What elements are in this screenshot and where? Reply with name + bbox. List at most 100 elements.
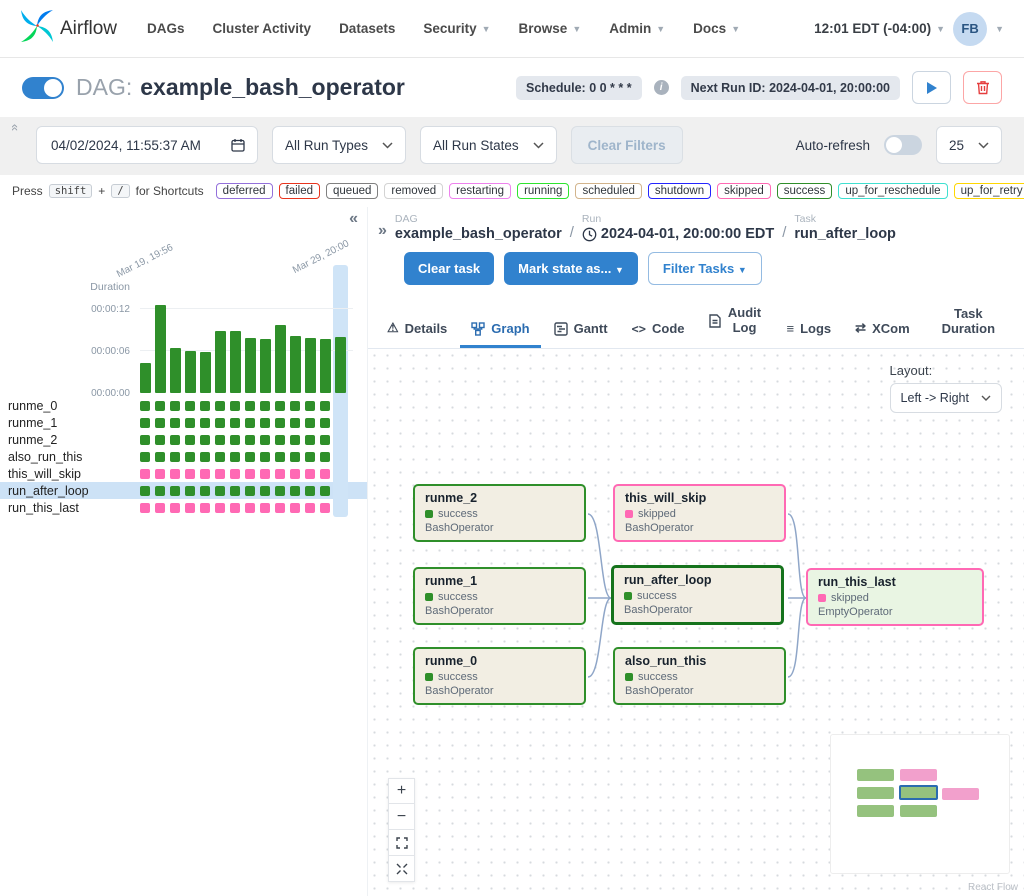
task-instance-square[interactable] — [290, 418, 300, 428]
task-instance-square[interactable] — [230, 469, 240, 479]
task-instance-square[interactable] — [155, 435, 165, 445]
task-instance-square[interactable] — [140, 452, 150, 462]
delete-dag-button[interactable] — [963, 71, 1002, 104]
grid-row-runme_0[interactable]: runme_0 — [0, 397, 367, 414]
task-name-label[interactable]: run_this_last — [0, 501, 140, 515]
task-instance-square[interactable] — [290, 469, 300, 479]
duration-bar[interactable] — [215, 331, 226, 393]
status-chip-removed[interactable]: removed — [384, 183, 443, 199]
tab-graph[interactable]: Graph — [460, 312, 540, 348]
status-chip-up_for_reschedule[interactable]: up_for_reschedule — [838, 183, 947, 199]
task-instance-square[interactable] — [155, 452, 165, 462]
task-instance-square[interactable] — [155, 469, 165, 479]
duration-bar[interactable] — [320, 339, 331, 393]
task-instance-square[interactable] — [245, 452, 255, 462]
task-instance-square[interactable] — [200, 452, 210, 462]
graph-minimap[interactable] — [830, 734, 1010, 874]
nav-docs[interactable]: Docs▼ — [693, 21, 740, 36]
task-name-label[interactable]: runme_0 — [0, 399, 140, 413]
duration-bar[interactable] — [140, 363, 151, 393]
tab-audit-log[interactable]: Audit Log — [698, 297, 774, 348]
interactivity-button[interactable] — [388, 856, 415, 882]
grid-row-this_will_skip[interactable]: this_will_skip — [0, 465, 367, 482]
run-states-select[interactable]: All Run States — [420, 126, 557, 164]
grid-row-runme_1[interactable]: runme_1 — [0, 414, 367, 431]
schedule-badge[interactable]: Schedule: 0 0 * * * — [516, 76, 642, 100]
status-chip-shutdown[interactable]: shutdown — [648, 183, 711, 199]
task-instance-square[interactable] — [260, 486, 270, 496]
task-name-label[interactable]: this_will_skip — [0, 467, 140, 481]
fit-view-button[interactable] — [388, 830, 415, 856]
graph-canvas[interactable]: Layout: Left -> Right runme_2 success Ba… — [368, 349, 1024, 896]
page-size-select[interactable]: 25 — [936, 126, 1002, 164]
task-instance-square[interactable] — [200, 401, 210, 411]
status-chip-scheduled[interactable]: scheduled — [575, 183, 641, 199]
task-instance-square[interactable] — [275, 401, 285, 411]
task-instance-square[interactable] — [245, 469, 255, 479]
task-instance-square[interactable] — [260, 452, 270, 462]
nav-datasets[interactable]: Datasets — [339, 21, 395, 36]
status-chip-failed[interactable]: failed — [279, 183, 321, 199]
task-instance-square[interactable] — [140, 486, 150, 496]
task-instance-square[interactable] — [230, 503, 240, 513]
task-instance-square[interactable] — [155, 418, 165, 428]
task-instance-square[interactable] — [140, 435, 150, 445]
grid-row-run_this_last[interactable]: run_this_last — [0, 499, 367, 516]
graph-node-runme_2[interactable]: runme_2 success BashOperator — [413, 484, 586, 542]
task-instance-square[interactable] — [290, 503, 300, 513]
run-types-select[interactable]: All Run Types — [272, 126, 406, 164]
task-instance-square[interactable] — [260, 469, 270, 479]
graph-node-runme_1[interactable]: runme_1 success BashOperator — [413, 567, 586, 625]
task-instance-square[interactable] — [140, 503, 150, 513]
task-instance-square[interactable] — [140, 418, 150, 428]
task-instance-square[interactable] — [260, 503, 270, 513]
task-instance-square[interactable] — [185, 418, 195, 428]
task-instance-square[interactable] — [275, 503, 285, 513]
status-chip-restarting[interactable]: restarting — [449, 183, 511, 199]
task-instance-square[interactable] — [155, 503, 165, 513]
task-instance-square[interactable] — [320, 503, 330, 513]
task-instance-square[interactable] — [215, 435, 225, 445]
task-instance-square[interactable] — [305, 418, 315, 428]
breadcrumb-dag[interactable]: DAG example_bash_operator — [395, 213, 562, 242]
status-chip-success[interactable]: success — [777, 183, 833, 199]
task-name-label[interactable]: run_after_loop — [0, 484, 140, 498]
task-instance-square[interactable] — [200, 435, 210, 445]
task-instance-square[interactable] — [290, 486, 300, 496]
task-instance-square[interactable] — [185, 435, 195, 445]
clear-task-button[interactable]: Clear task — [404, 252, 494, 285]
duration-bar[interactable] — [230, 331, 241, 393]
task-instance-square[interactable] — [215, 452, 225, 462]
task-instance-square[interactable] — [320, 401, 330, 411]
graph-node-this_will_skip[interactable]: this_will_skip skipped BashOperator — [613, 484, 786, 542]
task-instance-square[interactable] — [260, 401, 270, 411]
task-instance-square[interactable] — [275, 418, 285, 428]
task-instance-square[interactable] — [185, 503, 195, 513]
info-icon[interactable]: i — [654, 80, 669, 95]
task-instance-square[interactable] — [245, 503, 255, 513]
task-instance-square[interactable] — [245, 435, 255, 445]
task-instance-square[interactable] — [275, 486, 285, 496]
task-instance-square[interactable] — [290, 435, 300, 445]
task-name-label[interactable]: runme_2 — [0, 433, 140, 447]
airflow-brand[interactable]: Airflow — [20, 9, 117, 48]
graph-node-run_after_loop[interactable]: run_after_loop success BashOperator — [611, 565, 784, 625]
task-instance-square[interactable] — [170, 503, 180, 513]
task-instance-square[interactable] — [260, 435, 270, 445]
task-instance-square[interactable] — [140, 469, 150, 479]
task-instance-square[interactable] — [170, 435, 180, 445]
task-instance-square[interactable] — [275, 435, 285, 445]
status-chip-queued[interactable]: queued — [326, 183, 378, 199]
nav-security[interactable]: Security▼ — [423, 21, 490, 36]
graph-node-run_this_last[interactable]: run_this_last skipped EmptyOperator — [806, 568, 984, 626]
graph-node-runme_0[interactable]: runme_0 success BashOperator — [413, 647, 586, 705]
grid-row-runme_2[interactable]: runme_2 — [0, 431, 367, 448]
task-instance-square[interactable] — [245, 486, 255, 496]
task-instance-square[interactable] — [185, 452, 195, 462]
filter-tasks-button[interactable]: Filter Tasks ▼ — [648, 252, 762, 285]
clock-menu[interactable]: 12:01 EDT (-04:00)▼ — [814, 21, 945, 36]
task-instance-square[interactable] — [320, 418, 330, 428]
task-instance-square[interactable] — [275, 452, 285, 462]
tab-task-duration[interactable]: Task Duration — [923, 297, 1014, 348]
nav-dags[interactable]: DAGs — [147, 21, 185, 36]
